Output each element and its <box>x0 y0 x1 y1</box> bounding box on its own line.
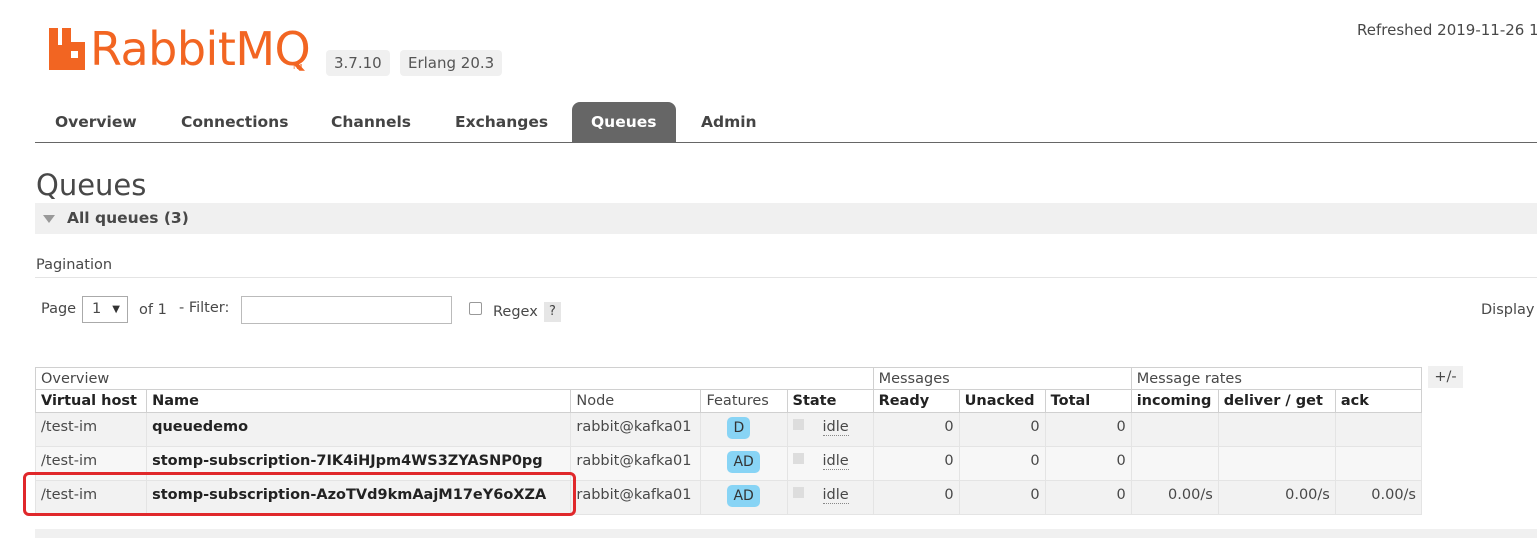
state-cell: idle <box>786 412 874 447</box>
group-overview: Overview <box>35 367 874 390</box>
incoming-cell <box>1130 446 1219 481</box>
col-node[interactable]: Node <box>570 389 702 413</box>
state-text: idle <box>822 453 849 470</box>
main-nav-tabs: Overview Connections Channels Exchanges … <box>35 102 1537 143</box>
col-unacked[interactable]: Unacked <box>958 389 1046 413</box>
logo-trademark: TM <box>292 63 303 71</box>
page-count-label: of 1 <box>139 302 167 318</box>
table-row: /test-im queuedemo rabbit@kafka01 D idle… <box>34 412 1423 447</box>
ready-cell: 0 <box>872 446 960 481</box>
page-select[interactable]: 1 ▼ <box>82 296 128 323</box>
col-deliver-get[interactable]: deliver / get <box>1217 389 1336 413</box>
ack-cell <box>1334 446 1423 481</box>
vhost-cell: /test-im <box>34 480 148 515</box>
incoming-cell: 0.00/s <box>1130 480 1219 515</box>
state-cell: idle <box>786 446 874 481</box>
erlang-version-badge: Erlang 20.3 <box>400 50 503 76</box>
features-cell: D <box>700 412 788 447</box>
vhost-cell: /test-im <box>34 446 148 481</box>
incoming-cell <box>1130 412 1219 447</box>
col-state[interactable]: State <box>786 389 874 413</box>
feature-badge: AD <box>727 485 760 507</box>
unacked-cell: 0 <box>958 446 1046 481</box>
group-message-rates: Message rates <box>1130 367 1423 390</box>
all-queues-section-toggle[interactable]: All queues (3) <box>35 203 1537 234</box>
section-label: All queues (3) <box>67 209 189 227</box>
group-messages: Messages <box>872 367 1132 390</box>
features-cell: AD <box>700 446 788 481</box>
unacked-cell: 0 <box>958 480 1046 515</box>
deliver-get-cell <box>1217 412 1336 447</box>
regex-help-button[interactable]: ? <box>544 302 561 322</box>
collapse-triangle-icon <box>43 215 55 223</box>
bottom-section-bar[interactable] <box>35 529 1537 538</box>
feature-badge: AD <box>727 451 760 473</box>
feature-badge: D <box>727 417 751 439</box>
state-indicator-icon <box>792 487 804 498</box>
node-cell: rabbit@kafka01 <box>570 446 702 481</box>
rabbitmq-logo[interactable]: RabbitMQ TM <box>49 22 311 76</box>
deliver-get-cell: 0.00/s <box>1217 480 1336 515</box>
total-cell: 0 <box>1044 480 1132 515</box>
tab-admin[interactable]: Admin <box>682 102 776 142</box>
rabbit-logo-icon <box>49 28 85 70</box>
features-cell: AD <box>700 480 788 515</box>
regex-checkbox[interactable] <box>469 302 482 315</box>
queue-name-link[interactable]: stomp-subscription-AzoTVd9kmAajM17eY6oXZ… <box>146 480 572 515</box>
node-cell: rabbit@kafka01 <box>570 412 702 447</box>
queue-name-link[interactable]: queuedemo <box>146 412 572 447</box>
col-incoming[interactable]: incoming <box>1130 389 1219 413</box>
state-indicator-icon <box>792 419 804 430</box>
vhost-cell: /test-im <box>34 412 148 447</box>
deliver-get-cell <box>1217 446 1336 481</box>
queues-table: Overview Messages Message rates Virtual … <box>34 367 1423 515</box>
table-row: /test-im stomp-subscription-AzoTVd9kmAaj… <box>34 480 1423 515</box>
node-cell: rabbit@kafka01 <box>570 480 702 515</box>
tab-queues[interactable]: Queues <box>572 102 676 142</box>
col-name[interactable]: Name <box>146 389 572 413</box>
table-row: /test-im stomp-subscription-7IK4iHJpm4WS… <box>34 446 1423 481</box>
ready-cell: 0 <box>872 412 960 447</box>
display-label: Display <box>1481 302 1535 318</box>
col-ack[interactable]: ack <box>1334 389 1423 413</box>
col-total[interactable]: Total <box>1044 389 1132 413</box>
unacked-cell: 0 <box>958 412 1046 447</box>
ready-cell: 0 <box>872 480 960 515</box>
ack-cell <box>1334 412 1423 447</box>
pagination-label: Pagination <box>36 257 113 273</box>
filter-input[interactable] <box>241 296 452 324</box>
queue-name-link[interactable]: stomp-subscription-7IK4iHJpm4WS3ZYASNP0p… <box>146 446 572 481</box>
tab-overview[interactable]: Overview <box>36 102 156 142</box>
refreshed-timestamp[interactable]: Refreshed 2019-11-26 1 <box>1357 21 1537 39</box>
tab-connections[interactable]: Connections <box>162 102 307 142</box>
filter-label: - Filter: <box>179 300 230 316</box>
column-toggle-button[interactable]: +/- <box>1428 366 1463 388</box>
version-badge: 3.7.10 <box>326 50 390 76</box>
state-text: idle <box>822 419 849 436</box>
col-virtual-host[interactable]: Virtual host <box>34 389 148 413</box>
col-features: Features <box>700 389 788 413</box>
logo-wordmark: RabbitMQ <box>90 22 311 76</box>
total-cell: 0 <box>1044 412 1132 447</box>
tab-exchanges[interactable]: Exchanges <box>436 102 567 142</box>
state-cell: idle <box>786 480 874 515</box>
ack-cell: 0.00/s <box>1334 480 1423 515</box>
tab-channels[interactable]: Channels <box>312 102 430 142</box>
page-title: Queues <box>36 168 147 202</box>
page-label: Page <box>41 301 77 317</box>
regex-label: Regex <box>493 304 538 320</box>
total-cell: 0 <box>1044 446 1132 481</box>
col-ready[interactable]: Ready <box>872 389 960 413</box>
page-select-value: 1 <box>92 301 102 317</box>
state-text: idle <box>822 487 849 504</box>
dropdown-arrow-icon: ▼ <box>112 304 120 315</box>
state-indicator-icon <box>792 453 804 464</box>
divider <box>35 277 1537 278</box>
